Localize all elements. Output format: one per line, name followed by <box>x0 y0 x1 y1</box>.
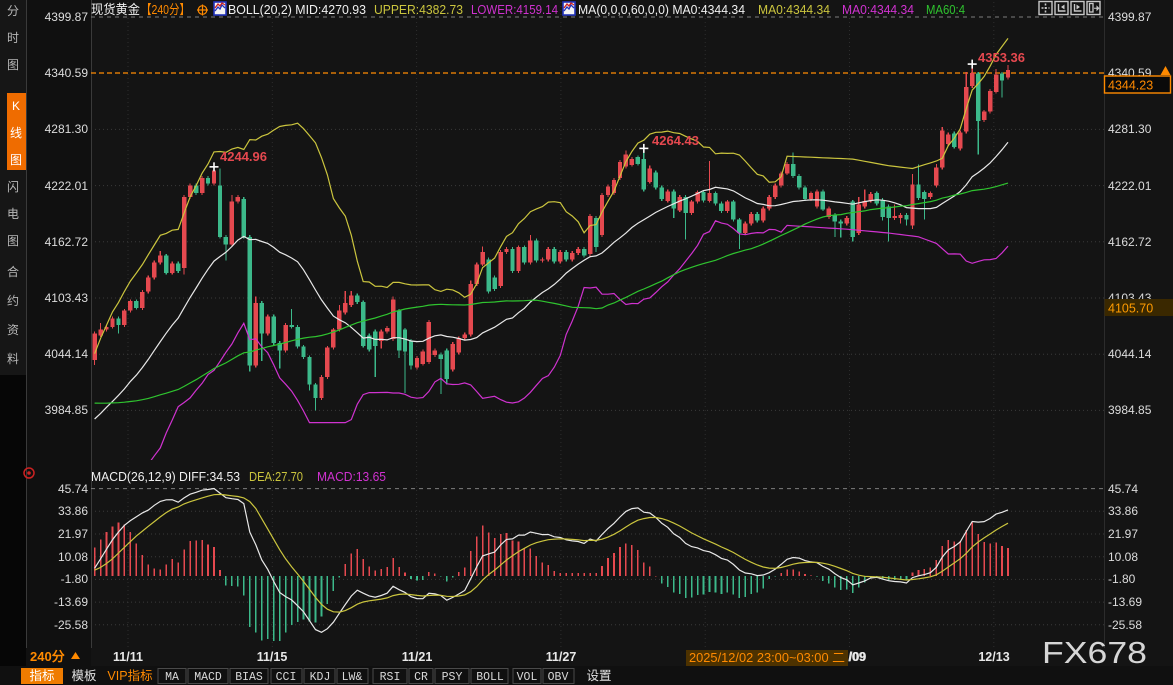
svg-text:4281.30: 4281.30 <box>45 122 89 136</box>
svg-text:-13.69: -13.69 <box>1108 595 1142 609</box>
svg-text:电: 电 <box>7 207 19 221</box>
svg-text:图: 图 <box>7 58 19 72</box>
svg-text:-25.58: -25.58 <box>1108 618 1142 632</box>
svg-text:4162.72: 4162.72 <box>45 235 89 249</box>
svg-text:BOLL(20,2) MID:4270.93: BOLL(20,2) MID:4270.93 <box>228 2 366 17</box>
svg-text:3984.85: 3984.85 <box>1108 403 1152 417</box>
svg-text:4044.14: 4044.14 <box>45 347 89 361</box>
svg-text:BOLL: BOLL <box>476 671 504 684</box>
svg-text:240分: 240分 <box>30 649 65 664</box>
svg-text:LOWER:4159.14: LOWER:4159.14 <box>471 2 558 17</box>
svg-text:MA(0,0,0,60,0,0) MA0:4344.34: MA(0,0,0,60,0,0) MA0:4344.34 <box>578 2 745 17</box>
svg-text:图: 图 <box>10 153 22 167</box>
svg-text:4344.23: 4344.23 <box>1108 79 1153 93</box>
svg-text:VIP指标: VIP指标 <box>107 668 152 683</box>
svg-text:【240分】: 【240分】 <box>141 2 190 17</box>
svg-text:11/21: 11/21 <box>402 650 433 664</box>
svg-text:RSI: RSI <box>380 671 401 684</box>
svg-text:-1.80: -1.80 <box>1108 572 1136 586</box>
svg-text:3984.85: 3984.85 <box>45 403 89 417</box>
svg-text:MA60:4: MA60:4 <box>926 2 965 17</box>
svg-text:LW&: LW& <box>342 671 363 684</box>
svg-text:OBV: OBV <box>548 671 569 684</box>
svg-text:10.08: 10.08 <box>1108 550 1138 564</box>
svg-text:MA0:4344.34: MA0:4344.34 <box>842 2 914 17</box>
svg-text:线: 线 <box>10 126 22 140</box>
svg-text:21.97: 21.97 <box>1108 527 1138 541</box>
svg-text:33.86: 33.86 <box>1108 504 1138 518</box>
svg-text:-1.80: -1.80 <box>61 572 89 586</box>
svg-text:4222.01: 4222.01 <box>1108 179 1152 193</box>
svg-text:33.86: 33.86 <box>58 504 88 518</box>
svg-text:4222.01: 4222.01 <box>45 179 89 193</box>
svg-text:MA: MA <box>165 671 179 684</box>
svg-text:4399.87: 4399.87 <box>1108 10 1152 24</box>
svg-text:11/11: 11/11 <box>113 650 143 664</box>
svg-text:4399.87: 4399.87 <box>45 10 89 24</box>
svg-text:闪: 闪 <box>7 180 19 194</box>
svg-text:11/27: 11/27 <box>546 650 577 664</box>
svg-text:UPPER:4382.73: UPPER:4382.73 <box>374 2 463 17</box>
svg-text:MA0:4344.34: MA0:4344.34 <box>758 2 830 17</box>
svg-text:45.74: 45.74 <box>58 482 88 496</box>
svg-text:图: 图 <box>7 234 19 248</box>
svg-text:-13.69: -13.69 <box>54 595 88 609</box>
svg-text:11/15: 11/15 <box>257 650 288 664</box>
svg-text:VOL: VOL <box>517 671 538 684</box>
svg-text:时: 时 <box>7 31 19 45</box>
svg-text:-25.58: -25.58 <box>54 618 88 632</box>
svg-text:45.74: 45.74 <box>1108 482 1138 496</box>
svg-text:10.08: 10.08 <box>58 550 88 564</box>
svg-text:分: 分 <box>7 4 19 18</box>
svg-text:4162.72: 4162.72 <box>1108 235 1152 249</box>
svg-text:4264.43: 4264.43 <box>652 133 699 148</box>
svg-text:4244.96: 4244.96 <box>220 149 267 164</box>
svg-text:FX678: FX678 <box>1042 635 1147 670</box>
svg-text:4044.14: 4044.14 <box>1108 347 1152 361</box>
svg-text:料: 料 <box>7 352 19 366</box>
svg-text:4103.43: 4103.43 <box>45 291 89 305</box>
svg-text:CCI: CCI <box>276 671 297 684</box>
svg-text:21.97: 21.97 <box>58 527 88 541</box>
svg-text:4281.30: 4281.30 <box>1108 122 1152 136</box>
svg-text:12/13: 12/13 <box>978 650 1009 664</box>
svg-text:K: K <box>12 99 20 113</box>
svg-text:MACD:13.65: MACD:13.65 <box>317 469 386 484</box>
svg-text:KDJ: KDJ <box>310 671 331 684</box>
svg-text:MACD: MACD <box>194 671 222 684</box>
svg-text:设置: 设置 <box>586 668 611 683</box>
svg-text:/09: /09 <box>849 650 866 664</box>
svg-text:现货黄金: 现货黄金 <box>91 2 140 17</box>
svg-text:MACD(26,12,9) DIFF:34.53: MACD(26,12,9) DIFF:34.53 <box>91 469 240 484</box>
svg-text:指标: 指标 <box>29 668 54 683</box>
svg-text:合: 合 <box>7 264 19 279</box>
svg-text:2025/12/02 23:00~03:00 二: 2025/12/02 23:00~03:00 二 <box>689 651 845 665</box>
svg-text:约: 约 <box>7 293 19 308</box>
svg-text:BIAS: BIAS <box>235 671 263 684</box>
svg-text:CR: CR <box>414 671 428 684</box>
svg-text:4105.70: 4105.70 <box>1108 302 1153 316</box>
svg-text:4340.59: 4340.59 <box>45 66 89 80</box>
svg-text:资: 资 <box>7 323 19 337</box>
svg-text:DEA:27.70: DEA:27.70 <box>249 469 303 484</box>
svg-text:4353.36: 4353.36 <box>978 50 1025 65</box>
svg-text:PSY: PSY <box>442 671 463 684</box>
svg-text:模板: 模板 <box>71 669 97 683</box>
